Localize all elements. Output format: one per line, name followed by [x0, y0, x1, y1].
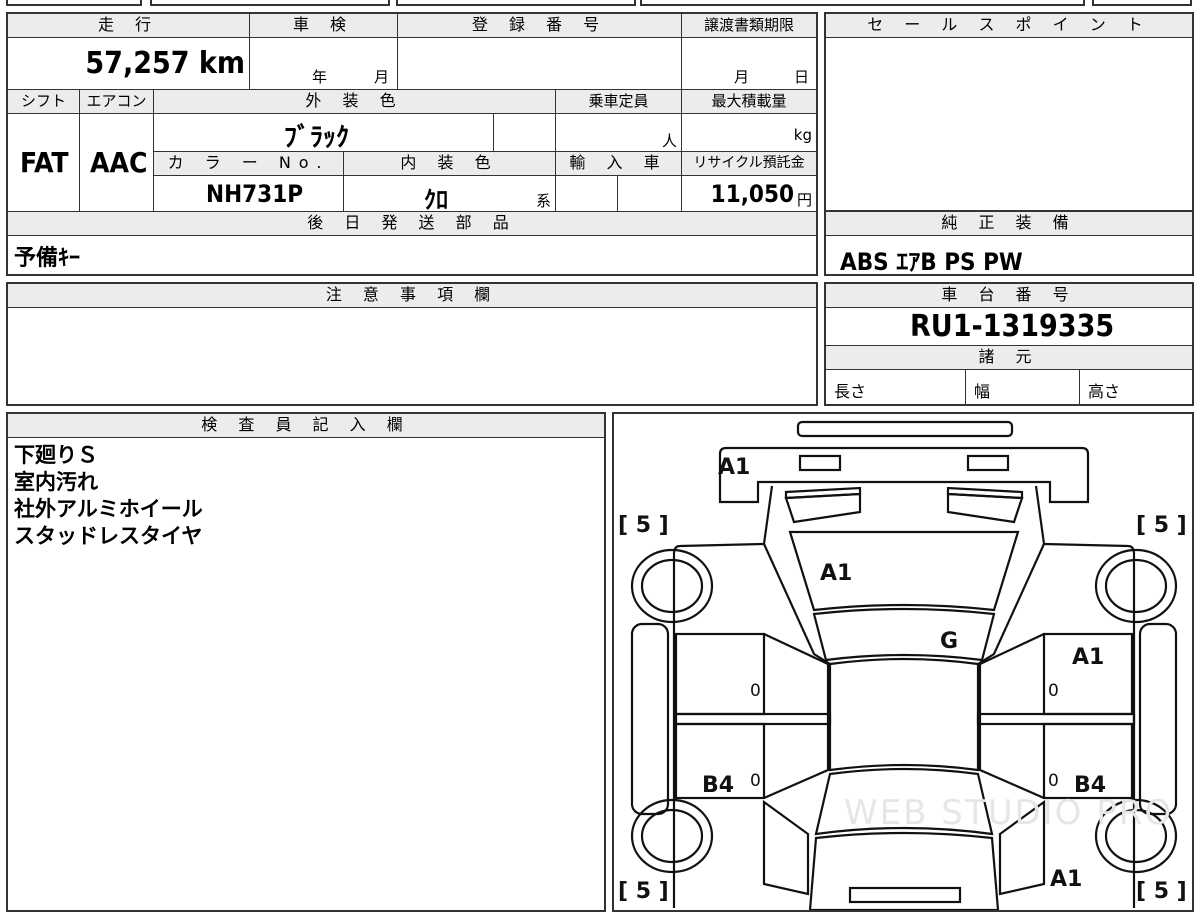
- shift-value: FAT: [20, 146, 69, 179]
- spec-height-cell: 高さ: [1080, 370, 1192, 404]
- registration-header: 登 録 番 号: [398, 14, 682, 38]
- capacity-header: 乗車定員: [556, 90, 682, 114]
- car-diagram: WEB STUDIO PRO [ 5 ] [ 5 ] [ 5 ] [ 5 ] A…: [618, 420, 1187, 910]
- notes-header: 注 意 事 項 欄: [8, 284, 816, 308]
- transfer-deadline-cell: 月 日: [682, 38, 816, 90]
- damage-mark-right-rear-quarter: A1: [1050, 867, 1082, 892]
- damage-mark-windshield: G: [940, 629, 958, 654]
- recycle-header: リサイクル預託金: [682, 152, 816, 176]
- deadline-day-unit: 日: [794, 68, 810, 86]
- chassis-header: 車 台 番 号: [826, 284, 1192, 308]
- inspector-notes: 下廻りＳ 室内汚れ 社外アルミホイール スタッドレスタイヤ: [14, 442, 203, 550]
- aircon-cell: AAC: [80, 114, 154, 212]
- interior-color-cell: ｸﾛ 系: [344, 176, 556, 214]
- shaken-year-unit: 年: [312, 68, 328, 86]
- standard-equipment-value: ABS ｴｱB PS PW: [840, 248, 1023, 276]
- interior-color-header: 内 装 色: [344, 152, 556, 176]
- standard-equipment-header: 純 正 装 備: [826, 212, 1192, 236]
- shaken-header: 車 検: [250, 14, 398, 38]
- import-cell-right: [618, 176, 682, 212]
- exterior-color-extra-cell: [494, 114, 556, 152]
- mileage-value: 57,257 km: [85, 46, 245, 81]
- spec-width-label: 幅: [974, 382, 991, 401]
- zero-mark: 0: [1048, 681, 1059, 701]
- mileage-cell: 57,257 km: [8, 38, 250, 90]
- vehicle-info-table: 走 行 車 検 登 録 番 号 譲渡書類期限 57,257 km 年 月 月 日…: [6, 12, 818, 276]
- registration-cell: [398, 38, 682, 90]
- shift-cell: FAT: [8, 114, 80, 212]
- tire-label-rr: [ 5 ]: [1136, 879, 1187, 904]
- inspector-header: 検 査 員 記 入 欄: [8, 414, 604, 438]
- sales-point-box: セ ー ル ス ポ イ ン ト: [824, 12, 1194, 212]
- inspector-line: 室内汚れ: [14, 470, 98, 494]
- max-load-header: 最大積載量: [682, 90, 816, 114]
- notes-box: 注 意 事 項 欄: [6, 282, 818, 406]
- exterior-color-value: ﾌﾞﾗｯｸ: [284, 123, 350, 153]
- spec-length-label: 長さ: [834, 382, 867, 401]
- recycle-cell: 11,050 円: [682, 176, 816, 212]
- zero-mark: 0: [1048, 771, 1059, 791]
- damage-mark-left-rear-door: B4: [702, 773, 734, 798]
- spec-height-label: 高さ: [1088, 382, 1121, 401]
- mileage-header: 走 行: [8, 14, 250, 38]
- specs-header: 諸 元: [826, 346, 1192, 370]
- top-strip: [0, 0, 1200, 8]
- shaken-cell: 年 月: [250, 38, 398, 90]
- capacity-unit: 人: [661, 132, 677, 150]
- aircon-value: AAC: [90, 146, 148, 179]
- damage-mark-right-front-door: A1: [1072, 645, 1104, 670]
- import-header: 輸 入 車: [556, 152, 682, 176]
- car-diagram-box: WEB STUDIO PRO [ 5 ] [ 5 ] [ 5 ] [ 5 ] A…: [612, 412, 1194, 912]
- spec-width-cell: 幅: [966, 370, 1080, 404]
- damage-mark-front-bumper: A1: [718, 455, 750, 480]
- inspector-box: 検 査 員 記 入 欄 下廻りＳ 室内汚れ 社外アルミホイール スタッドレスタイ…: [6, 412, 606, 912]
- zero-mark: 0: [750, 771, 761, 791]
- later-parts-header: 後 日 発 送 部 品: [8, 212, 816, 236]
- interior-color-value: ｸﾛ: [424, 186, 448, 214]
- capacity-cell: 人: [556, 114, 682, 152]
- max-load-cell: kg: [682, 114, 816, 152]
- damage-mark-right-rear-door: B4: [1074, 773, 1106, 798]
- zero-mark: 0: [750, 681, 761, 701]
- watermark-text: WEB STUDIO PRO: [844, 793, 1173, 833]
- recycle-unit: 円: [796, 191, 812, 209]
- interior-color-suffix: 系: [535, 192, 551, 210]
- shift-header: シフト: [8, 90, 80, 114]
- sales-point-header: セ ー ル ス ポ イ ン ト: [826, 14, 1192, 38]
- exterior-color-cell: ﾌﾞﾗｯｸ: [154, 114, 494, 153]
- color-no-cell: NH731P: [154, 176, 344, 212]
- chassis-cell: RU1-1319335: [826, 308, 1192, 346]
- tire-label-fr: [ 5 ]: [1136, 513, 1187, 538]
- chassis-value: RU1-1319335: [910, 309, 1115, 344]
- max-load-unit: kg: [793, 126, 812, 144]
- inspector-line: スタッドレスタイヤ: [14, 524, 203, 548]
- color-no-header: カ ラ ー No.: [154, 152, 344, 176]
- chassis-box: 車 台 番 号 RU1-1319335 諸 元 長さ 幅 高さ: [824, 282, 1194, 406]
- spec-length-cell: 長さ: [826, 370, 966, 404]
- damage-mark-hood: A1: [820, 561, 852, 586]
- tire-label-fl: [ 5 ]: [618, 513, 669, 538]
- color-no-value: NH731P: [206, 180, 304, 208]
- import-cell-left: [556, 176, 618, 212]
- deadline-month-unit: 月: [734, 68, 750, 86]
- inspector-line: 下廻りＳ: [14, 443, 98, 467]
- tire-label-rl: [ 5 ]: [618, 879, 669, 904]
- shaken-month-unit: 月: [374, 68, 390, 86]
- aircon-header: エアコン: [80, 90, 154, 114]
- standard-equipment-box: 純 正 装 備 ABS ｴｱB PS PW: [824, 210, 1194, 276]
- recycle-value: 11,050: [710, 180, 794, 208]
- inspector-line: 社外アルミホイール: [14, 497, 203, 521]
- transfer-deadline-header: 譲渡書類期限: [682, 14, 816, 38]
- later-parts-value: 予備ｷｰ: [14, 246, 81, 271]
- exterior-color-header: 外 装 色: [154, 90, 556, 114]
